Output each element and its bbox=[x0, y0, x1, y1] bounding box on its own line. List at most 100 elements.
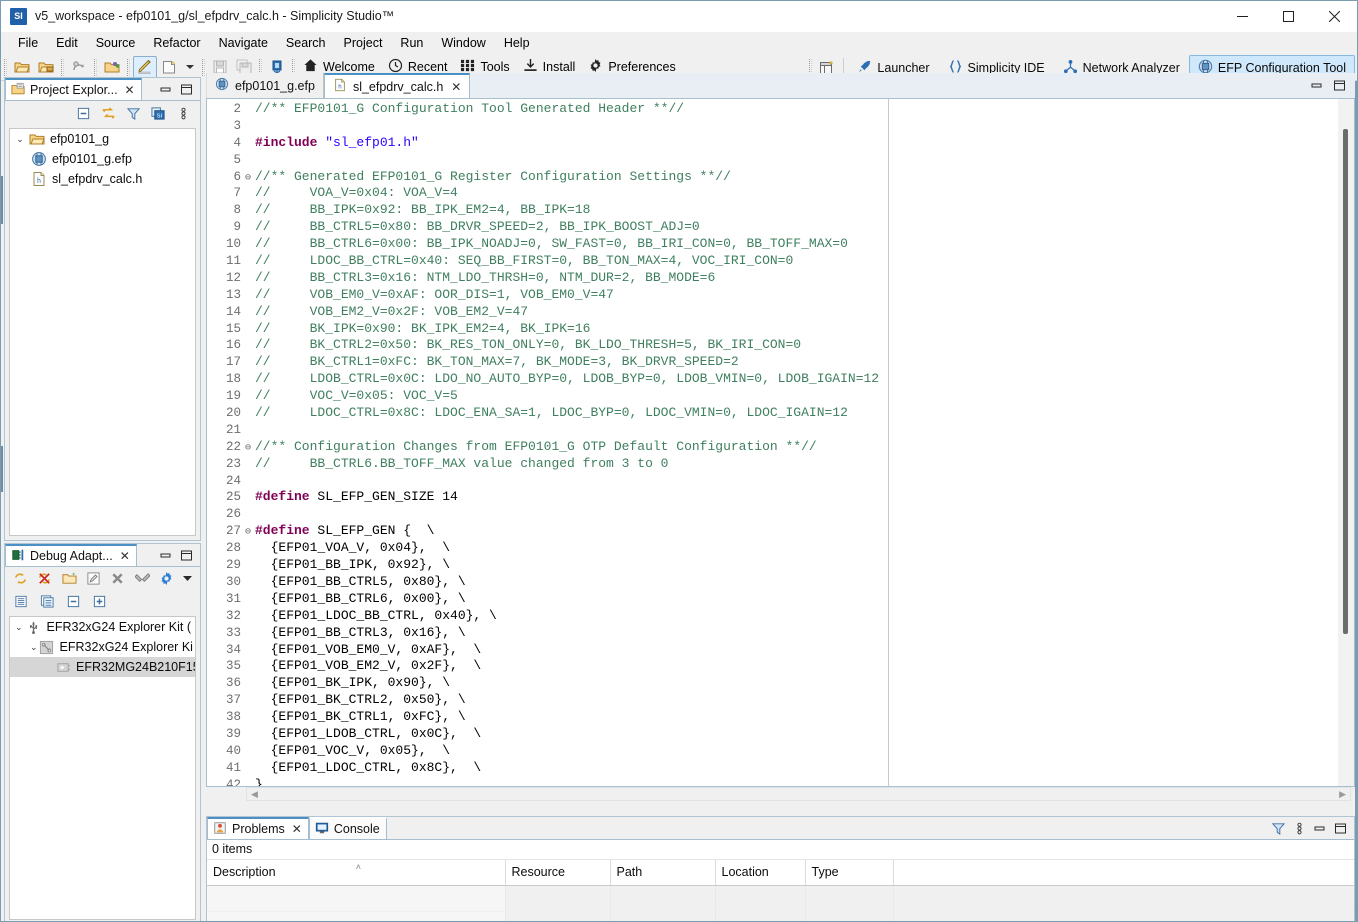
toolbar-grip-5[interactable] bbox=[202, 58, 205, 76]
code-line[interactable]: 13 // VOB_EM0_V=0xAF: OOR_DIS=1, VOB_EM0_… bbox=[207, 287, 879, 304]
code-line[interactable]: 26 bbox=[207, 506, 879, 523]
code-line[interactable]: 3 bbox=[207, 118, 879, 135]
code-line[interactable]: 17 // BK_CTRL1=0xFC: BK_TON_MAX=7, BK_MOD… bbox=[207, 354, 879, 371]
view-menu-icon[interactable] bbox=[173, 103, 194, 123]
menu-project[interactable]: Project bbox=[335, 34, 392, 52]
scroll-right-arrow-icon[interactable]: ▶ bbox=[1335, 789, 1350, 800]
list-view-icon[interactable] bbox=[11, 591, 32, 611]
problems-column-location[interactable]: Location bbox=[715, 860, 806, 886]
code-line[interactable]: 22 ⊖//** Configuration Changes from EFP01… bbox=[207, 439, 879, 456]
build-all-icon[interactable] bbox=[67, 56, 91, 79]
trim-mark-2[interactable] bbox=[1, 446, 3, 492]
code-line[interactable]: 20 // LDOC_CTRL=0x8C: LDOC_ENA_SA=1, LDOC… bbox=[207, 405, 879, 422]
toolbar-grip-2[interactable] bbox=[61, 58, 64, 76]
tab-project-explorer[interactable]: Project Explor... ✕ bbox=[5, 78, 142, 100]
code-line[interactable]: 35 {EFP01_VOB_EM2_V, 0x2F}, \ bbox=[207, 658, 879, 675]
menu-run[interactable]: Run bbox=[391, 34, 432, 52]
gear-icon[interactable] bbox=[157, 569, 176, 589]
collapse-all-icon[interactable] bbox=[73, 103, 94, 123]
menu-navigate[interactable]: Navigate bbox=[210, 34, 277, 52]
code-line[interactable]: 23 // BB_CTRL6.BB_TOFF_MAX value changed … bbox=[207, 456, 879, 473]
code-line[interactable]: 29 {EFP01_BB_IPK, 0x92}, \ bbox=[207, 557, 879, 574]
scroll-left-arrow-icon[interactable]: ◀ bbox=[247, 789, 262, 800]
filters-icon[interactable] bbox=[123, 103, 144, 123]
code-line[interactable]: 8 // BB_IPK=0x92: BB_IPK_EM2=4, BB_IPK=18 bbox=[207, 202, 879, 219]
menu-help[interactable]: Help bbox=[495, 34, 539, 52]
problems-view-menu-icon[interactable] bbox=[1294, 821, 1305, 836]
menu-edit[interactable]: Edit bbox=[47, 34, 87, 52]
tree-row[interactable]: ⌄ EFR32xG24 Explorer Kit ( bbox=[10, 617, 195, 637]
problems-column-resource[interactable]: Resource bbox=[505, 860, 611, 886]
code-line[interactable]: 10 // BB_CTRL6=0x00: BB_IPK_NOADJ=0, SW_F… bbox=[207, 236, 879, 253]
toolbar-grip-3[interactable] bbox=[94, 58, 97, 76]
code-line[interactable]: 9 // BB_CTRL5=0x80: BB_DRVR_SPEED=2, BB_I… bbox=[207, 219, 879, 236]
problems-column-type[interactable]: Type bbox=[805, 860, 894, 886]
maximize-window-button[interactable] bbox=[1265, 1, 1311, 32]
editor-tab-sl_efpdrv_calc-h[interactable]: h sl_efpdrv_calc.h ✕ bbox=[323, 73, 471, 98]
code-line[interactable]: 41 {EFP01_LDOC_CTRL, 0x8C}, \ bbox=[207, 760, 879, 777]
editor-horizontal-scrollbar[interactable]: ◀ ▶ bbox=[246, 787, 1351, 801]
tab-problems[interactable]: Problems ✕ bbox=[207, 817, 309, 839]
editor-vertical-scrollbar-thumb[interactable] bbox=[1343, 129, 1348, 634]
menu-search[interactable]: Search bbox=[277, 34, 335, 52]
toolbar-grip-4[interactable] bbox=[127, 58, 130, 76]
refresh-icon[interactable] bbox=[11, 569, 30, 589]
tree-row[interactable]: ⌄ efp0101_g bbox=[10, 129, 195, 149]
tab-project-explorer-close-icon[interactable]: ✕ bbox=[125, 84, 135, 96]
code-line[interactable]: 40 {EFP01_VOC_V, 0x05}, \ bbox=[207, 743, 879, 760]
trim-mark-1[interactable] bbox=[1, 176, 3, 224]
problems-filters-icon[interactable] bbox=[1271, 821, 1286, 836]
toolbar-grip[interactable] bbox=[4, 58, 7, 76]
menu-refactor[interactable]: Refactor bbox=[144, 34, 209, 52]
code-line[interactable]: 11 // LDOC_BB_CTRL=0x40: SEQ_BB_FIRST=0, … bbox=[207, 253, 879, 270]
code-line[interactable]: 37 {EFP01_BK_CTRL2, 0x50}, \ bbox=[207, 692, 879, 709]
dropdown-arrow-icon[interactable] bbox=[181, 569, 194, 589]
code-line[interactable]: 5 bbox=[207, 152, 879, 169]
editor-tab-efp0101_g-efp[interactable]: efp0101_g.efp bbox=[206, 73, 324, 98]
chevron-down-icon[interactable]: ⌄ bbox=[13, 617, 25, 637]
chevron-down-icon[interactable]: ⌄ bbox=[12, 129, 28, 149]
table-row[interactable] bbox=[207, 911, 1354, 921]
table-row[interactable] bbox=[207, 885, 1354, 912]
code-line[interactable]: 7 // VOA_V=0x04: VOA_V=4 bbox=[207, 185, 879, 202]
code-line[interactable]: 2 //** EFP0101_G Configuration Tool Gener… bbox=[207, 101, 879, 118]
problems-table[interactable]: ˄ Description Resource Path Location Typ… bbox=[207, 860, 1354, 921]
new-file-icon[interactable] bbox=[157, 56, 181, 79]
code-editor[interactable]: 2 //** EFP0101_G Configuration Tool Gener… bbox=[206, 98, 1355, 787]
code-line[interactable]: 18 // LDOB_CTRL=0x0C: LDO_NO_AUTO_BYP=0, … bbox=[207, 371, 879, 388]
code-line[interactable]: 14 // VOB_EM2_V=0x2F: VOB_EM2_V=47 bbox=[207, 304, 879, 321]
tab-debug-adapters-close-icon[interactable]: ✕ bbox=[120, 550, 130, 562]
code-line[interactable]: 19 // VOC_V=0x05: VOC_V=5 bbox=[207, 388, 879, 405]
tree-row[interactable]: ⌄ EFR32xG24 Explorer Ki bbox=[10, 637, 195, 657]
new-project-icon[interactable] bbox=[34, 56, 58, 79]
open-folder-icon[interactable] bbox=[100, 56, 124, 79]
code-line[interactable]: 4 #include "sl_efp01.h" bbox=[207, 135, 879, 152]
simplicity-view-icon[interactable]: SI bbox=[148, 103, 169, 123]
rename-icon[interactable] bbox=[84, 569, 103, 589]
expand-all-icon[interactable] bbox=[89, 591, 110, 611]
editor-tab-close-icon[interactable]: ✕ bbox=[451, 81, 461, 93]
collapse-all-icon[interactable] bbox=[63, 591, 84, 611]
code-line[interactable]: 28 {EFP01_VOA_V, 0x04}, \ bbox=[207, 540, 879, 557]
project-explorer-minimize-icon[interactable] bbox=[159, 83, 172, 96]
tree-row[interactable]: h sl_efpdrv_calc.h bbox=[10, 169, 195, 189]
debug-adapters-minimize-icon[interactable] bbox=[159, 549, 172, 562]
remove-icon[interactable] bbox=[108, 569, 127, 589]
tab-problems-close-icon[interactable]: ✕ bbox=[292, 823, 302, 835]
close-window-button[interactable] bbox=[1311, 1, 1357, 32]
code-line[interactable]: 24 bbox=[207, 473, 879, 490]
editor-vertical-scrollbar[interactable] bbox=[1338, 99, 1354, 786]
menu-window[interactable]: Window bbox=[432, 34, 494, 52]
code-line[interactable]: 6 ⊖//** Generated EFP0101_G Register Conf… bbox=[207, 169, 879, 186]
code-line[interactable]: 32 {EFP01_LDOC_BB_CTRL, 0x40}, \ bbox=[207, 608, 879, 625]
code-line[interactable]: 16 // BK_CTRL2=0x50: BK_RES_TON_ONLY=0, B… bbox=[207, 337, 879, 354]
code-line[interactable]: 15 // BK_IPK=0x90: BK_IPK_EM2=4, BK_IPK=1… bbox=[207, 321, 879, 338]
debug-adapters-maximize-icon[interactable] bbox=[180, 549, 193, 562]
new-connection-icon[interactable] bbox=[60, 569, 79, 589]
debug-adapters-tree[interactable]: ⌄ EFR32xG24 Explorer Kit ( ⌄ EFR32xG24 E… bbox=[9, 616, 196, 920]
code-line[interactable]: 12 // BB_CTRL3=0x16: NTM_LDO_THRSH=0, NTM… bbox=[207, 270, 879, 287]
problems-column-description[interactable]: ˄ Description bbox=[207, 860, 506, 886]
code-line[interactable]: 42} bbox=[207, 777, 879, 786]
code-line[interactable]: 30 {EFP01_BB_CTRL5, 0x80}, \ bbox=[207, 574, 879, 591]
edit-highlight-icon[interactable] bbox=[133, 55, 157, 79]
